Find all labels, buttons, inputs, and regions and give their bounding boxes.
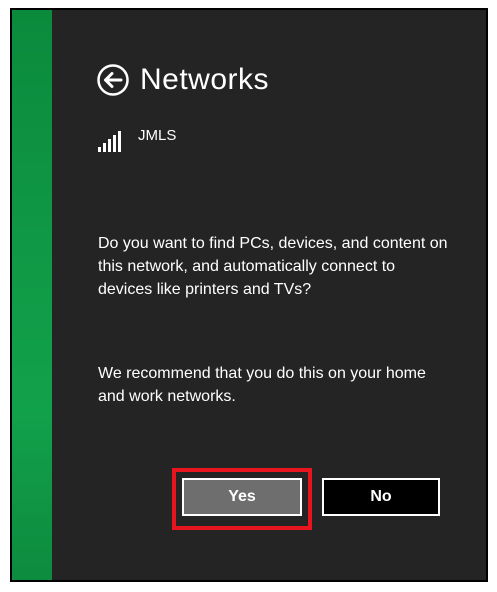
sharing-question: Do you want to find PCs, devices, and co…: [98, 235, 448, 298]
yes-button[interactable]: Yes: [182, 478, 302, 516]
network-item: JMLS: [98, 127, 177, 152]
sharing-recommendation: We recommend that you do this on your ho…: [98, 365, 426, 405]
network-name: JMLS: [138, 127, 177, 144]
panel-header: Networks: [96, 58, 269, 102]
back-arrow-circle-icon[interactable]: [96, 63, 130, 97]
no-button[interactable]: No: [322, 478, 440, 516]
accent-strip: [12, 10, 52, 580]
page-title: Networks: [140, 63, 270, 96]
signal-strength-icon: [98, 130, 124, 152]
